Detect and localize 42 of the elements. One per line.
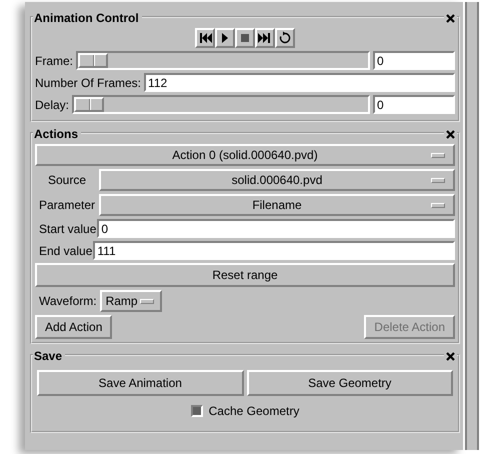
section-title: Animation Control — [33, 11, 142, 25]
scrollbar-track[interactable] — [465, 2, 479, 450]
dropdown[interactable]: Filename — [99, 194, 455, 216]
skip-back-icon — [198, 31, 212, 45]
value-field[interactable]: 0 — [373, 95, 455, 114]
value-field[interactable]: 0 — [97, 219, 455, 238]
dropdown-indicator-icon — [431, 203, 445, 208]
first-frame-button[interactable] — [195, 28, 215, 48]
dropdown-indicator-icon — [431, 153, 445, 158]
dropdown[interactable]: solid.000640.pvd — [99, 169, 455, 191]
dropdown-indicator-icon — [140, 299, 154, 304]
waveform-dropdown[interactable]: Ramp — [100, 290, 162, 312]
field-label: Parameter — [38, 197, 96, 214]
save-button[interactable]: Save Geometry — [246, 370, 453, 396]
stop-button[interactable] — [235, 28, 255, 48]
field-label: Waveform: — [39, 293, 97, 310]
stop-icon — [238, 31, 252, 45]
dropdown-indicator-icon — [431, 178, 445, 183]
slider-handle[interactable] — [78, 53, 108, 68]
loop-button[interactable] — [275, 28, 295, 48]
checkbox-label: Cache Geometry — [208, 403, 300, 420]
play-button[interactable] — [215, 28, 235, 48]
checkbox[interactable] — [190, 405, 203, 417]
loop-icon — [278, 31, 292, 45]
section-title: Save — [33, 349, 66, 363]
last-frame-button[interactable] — [255, 28, 275, 48]
skip-forward-icon — [258, 31, 272, 45]
field-label: End value — [38, 242, 92, 260]
field-label: Start value — [38, 220, 96, 238]
value-field[interactable]: 0 — [373, 51, 455, 70]
field-label: Delay: — [35, 96, 70, 114]
value-field[interactable]: 111 — [93, 241, 455, 260]
field-label: Source — [46, 172, 88, 189]
action-dropdown[interactable]: Action 0 (solid.000640.pvd) — [35, 144, 455, 166]
save-button[interactable]: Save Animation — [37, 370, 244, 396]
field-label: Frame: — [35, 52, 74, 70]
slider-handle[interactable] — [74, 97, 104, 112]
field-label: Number Of Frames: — [35, 74, 142, 92]
reset-range-button[interactable]: Reset range — [35, 263, 455, 287]
section-title: Actions — [33, 127, 82, 141]
add-action-button[interactable]: Add Action — [35, 315, 112, 339]
value-field[interactable]: 112 — [144, 73, 455, 92]
